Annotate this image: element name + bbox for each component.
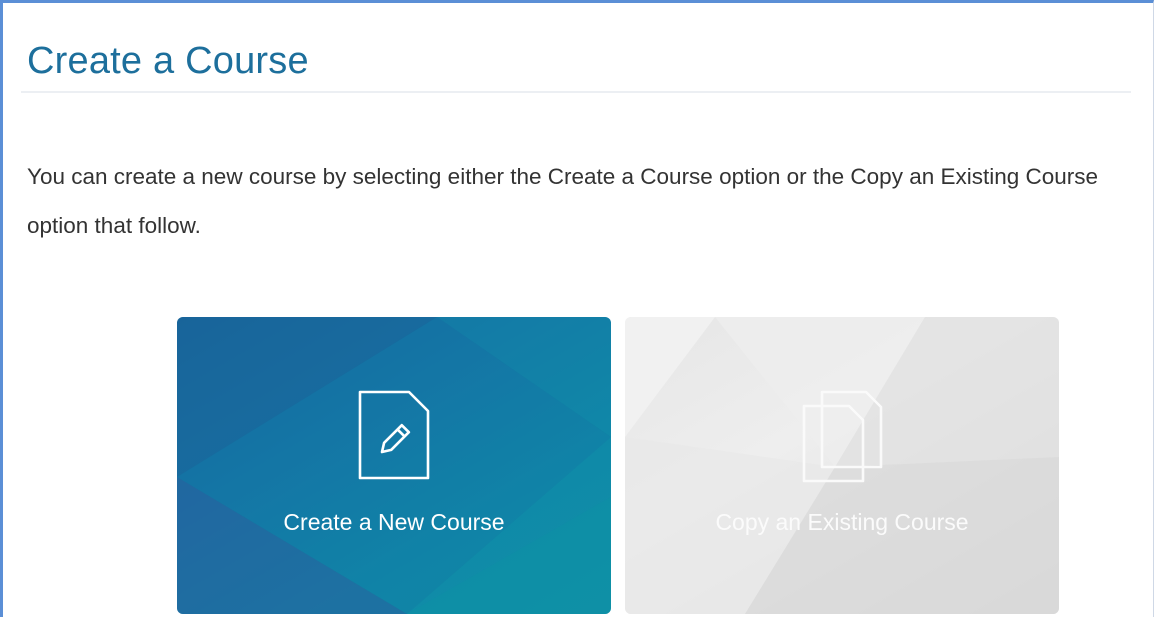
create-new-course-label: Create a New Course (283, 509, 505, 535)
create-new-course-button[interactable]: Create a New Course (177, 317, 611, 614)
copy-existing-course-button[interactable]: Copy an Existing Course (625, 317, 1059, 614)
copy-existing-course-label: Copy an Existing Course (715, 509, 969, 535)
page-title: Create a Course (27, 40, 309, 83)
copy-documents-icon (802, 390, 883, 483)
document-pencil-icon (358, 390, 430, 480)
intro-text: You can create a new course by selecting… (27, 164, 1099, 238)
content-panel: Create a Course You can create a new cou… (0, 0, 1154, 617)
title-divider (21, 91, 1131, 93)
